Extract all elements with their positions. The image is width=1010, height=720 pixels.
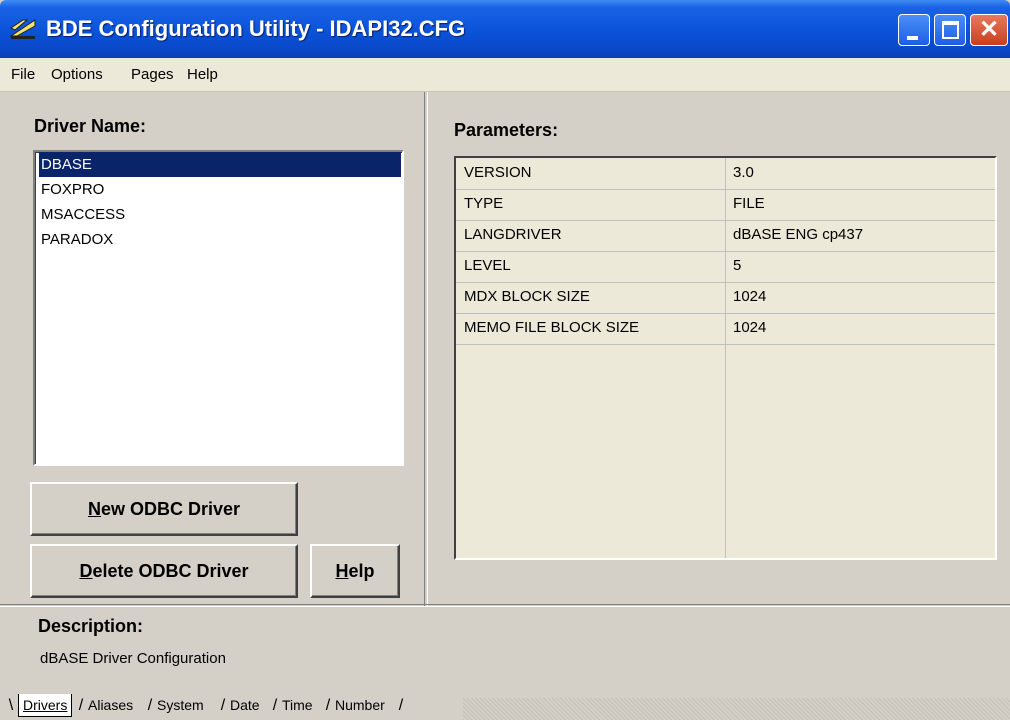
window-title: BDE Configuration Utility - IDAPI32.CFG	[46, 16, 466, 41]
panel-splitter[interactable]	[424, 92, 428, 606]
param-name: LANGDRIVER	[464, 226, 562, 243]
param-value[interactable]: 1024	[733, 313, 766, 343]
maximize-icon	[942, 21, 959, 39]
param-value[interactable]: 5	[733, 251, 741, 281]
table-row[interactable]: VERSION 3.0	[456, 158, 995, 190]
new-button-mnemonic: N	[87, 498, 101, 519]
tab-aliases[interactable]: Aliases	[84, 694, 137, 716]
bde-app-icon	[9, 19, 36, 39]
param-value[interactable]: 1024	[733, 282, 766, 312]
menu-pages[interactable]: Pages	[131, 58, 174, 92]
tab-drivers[interactable]: Drivers	[18, 694, 73, 717]
table-row[interactable]: TYPE FILE	[456, 189, 995, 221]
param-name: VERSION	[464, 164, 532, 181]
tab-number[interactable]: Number	[331, 694, 389, 716]
tab-separator: \	[8, 697, 14, 714]
list-item[interactable]: PARADOX	[39, 227, 401, 252]
list-item[interactable]: DBASE	[39, 152, 401, 177]
menu-options[interactable]: Options	[51, 58, 103, 92]
tab-date[interactable]: Date	[226, 694, 264, 716]
tab-time[interactable]: Time	[278, 694, 317, 716]
table-row[interactable]: LEVEL 5	[456, 251, 995, 283]
new-button-label: ew ODBC Driver	[100, 498, 241, 519]
description-label: Description:	[38, 616, 144, 636]
parameters-label: Parameters:	[454, 120, 559, 140]
delete-button-mnemonic: D	[79, 560, 93, 581]
description-divider	[0, 604, 1010, 607]
parameters-grid[interactable]: VERSION 3.0 TYPE FILE LANGDRIVER dBASE E…	[454, 156, 997, 560]
minimize-button[interactable]	[898, 14, 930, 46]
help-button-mnemonic: H	[335, 560, 349, 581]
delete-button-label: elete ODBC Driver	[92, 560, 249, 581]
menu-file[interactable]: File	[11, 58, 35, 92]
param-name: MEMO FILE BLOCK SIZE	[464, 319, 640, 336]
title-bar[interactable]: BDE Configuration Utility - IDAPI32.CFG …	[0, 0, 1010, 58]
new-odbc-driver-button[interactable]: New ODBC Driver	[30, 482, 298, 536]
param-value[interactable]: dBASE ENG cp437	[733, 220, 863, 250]
list-item[interactable]: MSACCESS	[39, 202, 401, 227]
param-value[interactable]: 3.0	[733, 158, 754, 188]
menu-help[interactable]: Help	[187, 58, 218, 92]
table-row[interactable]: MEMO FILE BLOCK SIZE 1024	[456, 313, 995, 345]
param-name: TYPE	[464, 195, 504, 212]
table-row[interactable]: LANGDRIVER dBASE ENG cp437	[456, 220, 995, 252]
close-button[interactable]: ✕	[970, 14, 1008, 46]
help-button[interactable]: Help	[310, 544, 400, 598]
tab-strip-background	[463, 698, 1010, 720]
menu-bar: File Options Pages Help	[0, 58, 1010, 92]
minimize-icon	[907, 36, 918, 40]
driver-listbox[interactable]: DBASE FOXPRO MSACCESS PARADOX	[33, 150, 404, 466]
delete-odbc-driver-button[interactable]: Delete ODBC Driver	[30, 544, 298, 598]
tab-system[interactable]: System	[153, 694, 208, 716]
list-item[interactable]: FOXPRO	[39, 177, 401, 202]
close-icon: ✕	[978, 16, 1000, 43]
table-row[interactable]: MDX BLOCK SIZE 1024	[456, 282, 995, 314]
help-button-label: elp	[348, 560, 375, 581]
param-name: MDX BLOCK SIZE	[464, 288, 590, 305]
description-text: dBASE Driver Configuration	[40, 650, 226, 667]
driver-name-label: Driver Name:	[34, 116, 147, 136]
param-value[interactable]: FILE	[733, 189, 765, 219]
maximize-button[interactable]	[934, 14, 966, 46]
param-name: LEVEL	[464, 257, 511, 274]
tab-separator: /	[398, 697, 404, 714]
